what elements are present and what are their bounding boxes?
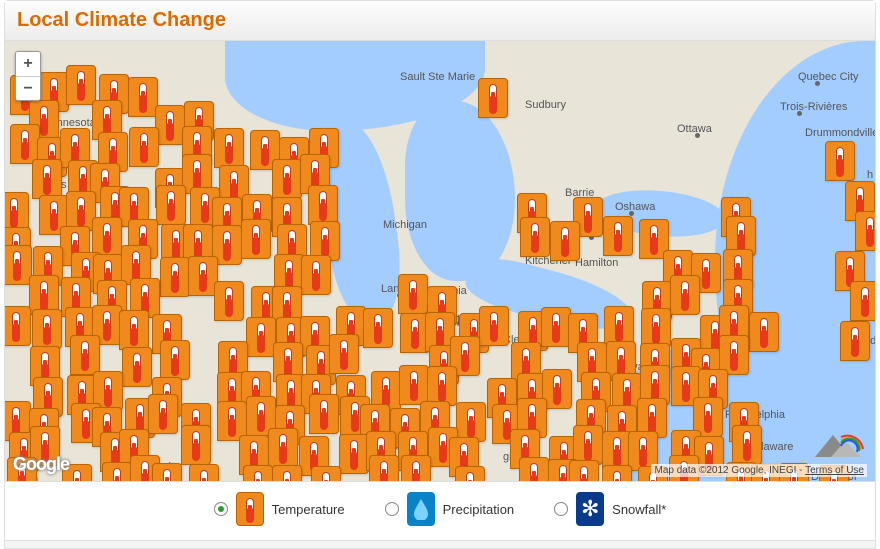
temperature-marker[interactable] xyxy=(569,460,599,481)
temperature-marker[interactable] xyxy=(641,308,671,348)
option-label: Precipitation xyxy=(443,502,515,517)
temperature-marker[interactable] xyxy=(732,425,762,465)
option-label: Temperature xyxy=(272,502,345,517)
temperature-marker[interactable] xyxy=(855,211,875,251)
temperature-marker[interactable] xyxy=(160,340,190,380)
marker-layer xyxy=(5,41,875,481)
temperature-marker[interactable] xyxy=(92,217,122,257)
temperature-marker[interactable] xyxy=(268,428,298,468)
temperature-marker[interactable] xyxy=(5,306,31,346)
temperature-marker[interactable] xyxy=(519,457,549,481)
temperature-marker[interactable] xyxy=(102,462,132,481)
temperature-marker[interactable] xyxy=(128,77,158,117)
temperature-marker[interactable] xyxy=(520,217,550,257)
temperature-marker[interactable] xyxy=(66,65,96,105)
temperature-marker[interactable] xyxy=(122,347,152,387)
temperature-marker[interactable] xyxy=(455,466,485,481)
temperature-marker[interactable] xyxy=(272,159,302,199)
attribution-text: Map data ©2012 Google, INEGI - xyxy=(654,465,805,476)
weather-logo-icon xyxy=(811,427,865,461)
temperature-marker[interactable] xyxy=(272,465,302,481)
temperature-marker[interactable] xyxy=(479,306,509,346)
temperature-marker[interactable] xyxy=(156,185,186,225)
raindrop-icon xyxy=(407,492,435,526)
temperature-marker[interactable] xyxy=(129,127,159,167)
temperature-marker[interactable] xyxy=(32,159,62,199)
map[interactable]: MinnesotapolisMadisonMilwaukeeLansingSau… xyxy=(5,41,875,481)
temperature-marker[interactable] xyxy=(301,255,331,295)
temperature-marker[interactable] xyxy=(241,219,271,259)
zoom-out-button[interactable]: − xyxy=(16,76,40,100)
temperature-marker[interactable] xyxy=(155,105,185,145)
temperature-marker[interactable] xyxy=(243,465,273,481)
temperature-marker[interactable] xyxy=(119,310,149,350)
snowflake-icon: ✻ xyxy=(576,492,604,526)
temperature-marker[interactable] xyxy=(32,309,62,349)
temperature-marker[interactable] xyxy=(329,334,359,374)
temperature-marker[interactable] xyxy=(427,366,457,406)
temperature-marker[interactable] xyxy=(550,221,580,261)
google-logo: Google xyxy=(13,454,69,475)
temperature-marker[interactable] xyxy=(478,78,508,118)
temperature-marker[interactable] xyxy=(70,335,100,375)
radio-precipitation[interactable] xyxy=(385,502,399,516)
temperature-marker[interactable] xyxy=(160,257,190,297)
option-label: Snowfall* xyxy=(612,502,666,517)
temperature-marker[interactable] xyxy=(749,312,779,352)
widget-title: Local Climate Change xyxy=(5,1,875,41)
map-attribution: Map data ©2012 Google, INEGI - Terms of … xyxy=(651,464,867,477)
radio-temperature[interactable] xyxy=(214,502,228,516)
temperature-marker[interactable] xyxy=(181,425,211,465)
radio-snowfall[interactable] xyxy=(554,502,568,516)
option-precipitation[interactable]: Precipitation xyxy=(385,492,515,526)
option-temperature[interactable]: Temperature xyxy=(214,492,345,526)
thermometer-icon xyxy=(236,492,264,526)
temperature-marker[interactable] xyxy=(148,394,178,434)
layer-legend: Temperature Precipitation ✻ Snowfall* xyxy=(5,481,875,540)
temperature-marker[interactable] xyxy=(339,434,369,474)
temperature-marker[interactable] xyxy=(840,321,870,361)
temperature-marker[interactable] xyxy=(602,465,632,481)
temperature-marker[interactable] xyxy=(369,455,399,481)
temperature-marker[interactable] xyxy=(308,185,338,225)
zoom-control: + − xyxy=(15,51,41,101)
terms-link[interactable]: Terms of Use xyxy=(805,465,864,476)
temperature-marker[interactable] xyxy=(363,308,393,348)
temperature-marker[interactable] xyxy=(214,281,244,321)
temperature-marker[interactable] xyxy=(309,394,339,434)
temperature-marker[interactable] xyxy=(214,128,244,168)
zoom-in-button[interactable]: + xyxy=(16,52,40,76)
temperature-marker[interactable] xyxy=(670,275,700,315)
temperature-marker[interactable] xyxy=(603,216,633,256)
temperature-marker[interactable] xyxy=(850,281,875,321)
temperature-marker[interactable] xyxy=(456,402,486,442)
footer-bar xyxy=(5,540,875,548)
temperature-marker[interactable] xyxy=(152,463,182,481)
temperature-marker[interactable] xyxy=(399,365,429,405)
option-snowfall[interactable]: ✻ Snowfall* xyxy=(554,492,666,526)
temperature-marker[interactable] xyxy=(398,274,428,314)
temperature-marker[interactable] xyxy=(825,141,855,181)
temperature-marker[interactable] xyxy=(246,317,276,357)
temperature-marker[interactable] xyxy=(189,464,219,481)
temperature-marker[interactable] xyxy=(541,307,571,347)
temperature-marker[interactable] xyxy=(311,466,341,481)
temperature-marker[interactable] xyxy=(401,455,431,481)
climate-widget: Local Climate Change MinnesotapolisMadis… xyxy=(4,0,876,549)
